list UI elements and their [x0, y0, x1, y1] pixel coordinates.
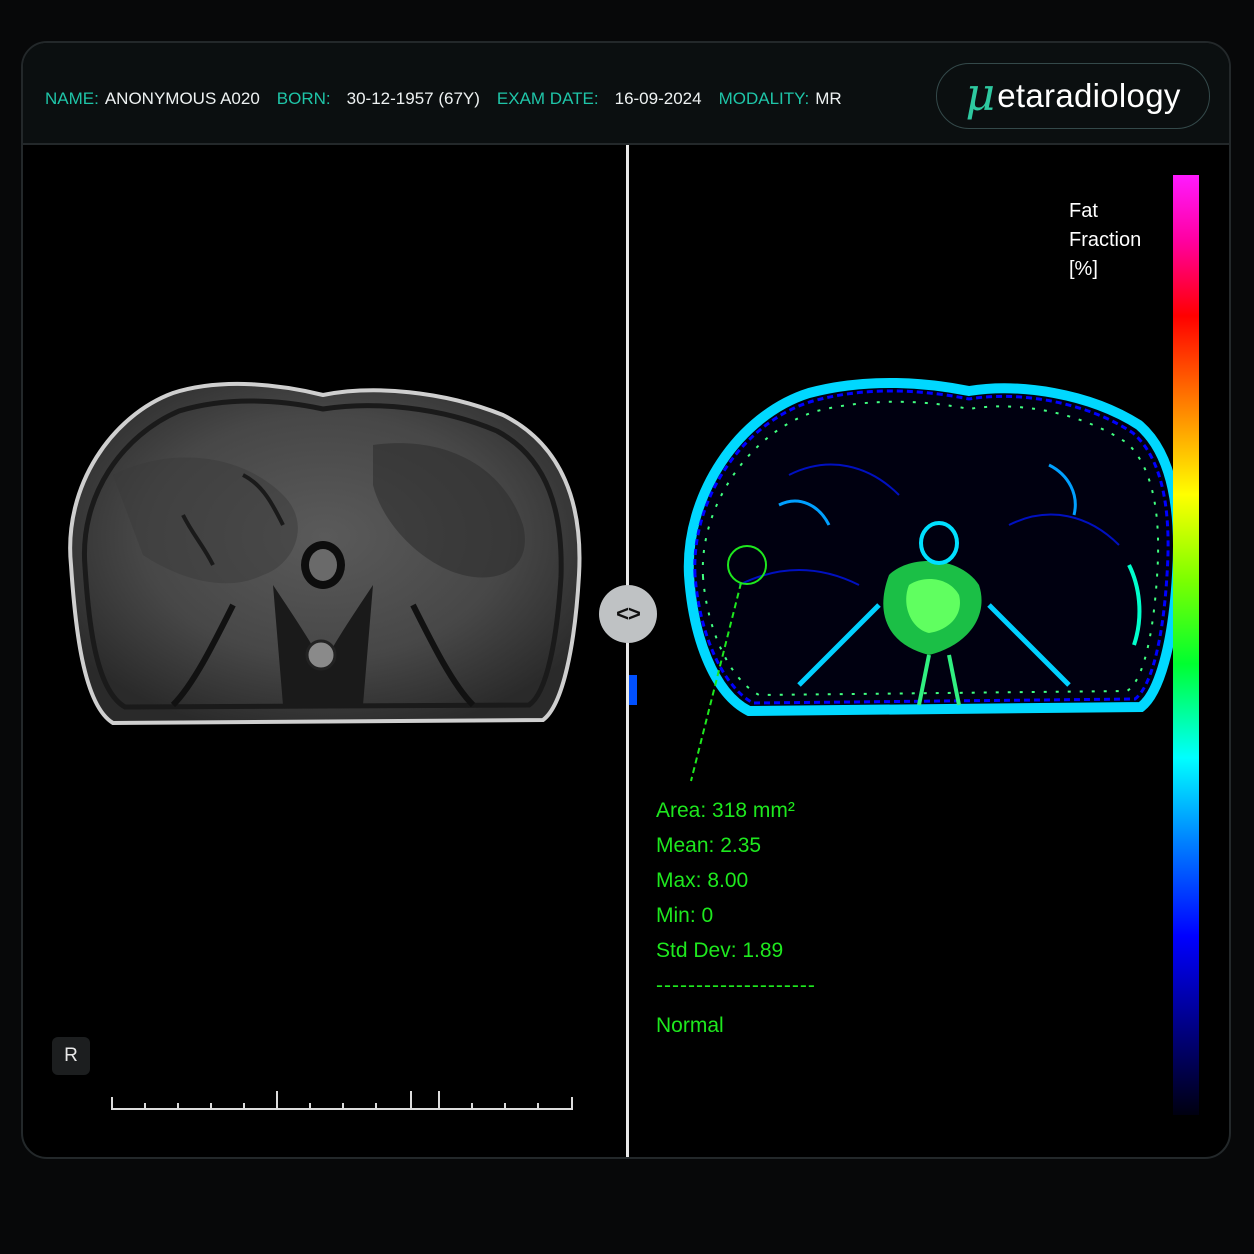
- patient-info-bar: NAME: ANONYMOUS A020 BORN: 30-12-1957 (6…: [45, 89, 859, 109]
- chevrons-left-right-icon: <>: [616, 601, 641, 626]
- roi-stats-panel: Area: 318 mm² Mean: 2.35 Max: 8.00 Min: …: [656, 793, 816, 1043]
- fat-fraction-map-pane[interactable]: Fat Fraction [%] Area: 318 mm² Mean: 2.3…: [629, 145, 1229, 1157]
- fat-fraction-colorbar: [1173, 175, 1199, 1115]
- legend-line-2: Fraction: [1069, 229, 1142, 251]
- roi-classification: Normal: [656, 1014, 724, 1037]
- modality-label: MODALITY:: [718, 89, 810, 108]
- colorbar-legend-title: Fat Fraction [%]: [1069, 197, 1141, 284]
- mr-grayscale-image: [68, 381, 582, 726]
- patient-name: ANONYMOUS A020: [104, 89, 260, 108]
- patient-born: 30-12-1957 (67Y): [346, 89, 480, 108]
- scale-ruler: [111, 1091, 573, 1110]
- exam-date: 16-09-2024: [614, 89, 702, 108]
- roi-max: Max: 8.00: [656, 869, 749, 892]
- viewer-window: NAME: ANONYMOUS A020 BORN: 30-12-1957 (6…: [21, 41, 1231, 1159]
- orientation-marker: R: [52, 1037, 90, 1075]
- roi-mean: Mean: 2.35: [656, 834, 762, 857]
- roi-std-dev: Std Dev: 1.89: [656, 939, 784, 962]
- legend-line-1: Fat: [1069, 200, 1098, 222]
- grayscale-image-pane[interactable]: R: [23, 145, 627, 1157]
- brand-mu-symbol: μ: [965, 67, 996, 121]
- brand-name: etaradiology: [997, 77, 1181, 114]
- roi-area: Area: 318 mm²: [656, 799, 795, 822]
- legend-line-3: [%]: [1069, 258, 1098, 280]
- image-viewer: R Fat Fraction [%] Area: 318 mm² Mean: 2…: [23, 145, 1229, 1157]
- compare-slider-handle[interactable]: <>: [599, 585, 657, 643]
- patient-header: NAME: ANONYMOUS A020 BORN: 30-12-1957 (6…: [23, 43, 1229, 145]
- exam-date-label: EXAM DATE:: [496, 89, 599, 108]
- roi-min: Min: 0: [656, 904, 714, 927]
- compare-divider[interactable]: [626, 145, 629, 1157]
- modality: MR: [815, 89, 842, 108]
- name-label: NAME:: [45, 89, 99, 108]
- roi-separator: --------------------: [656, 974, 816, 997]
- born-label: BORN:: [276, 89, 331, 108]
- brand-logo: μ etaradiology: [936, 63, 1210, 129]
